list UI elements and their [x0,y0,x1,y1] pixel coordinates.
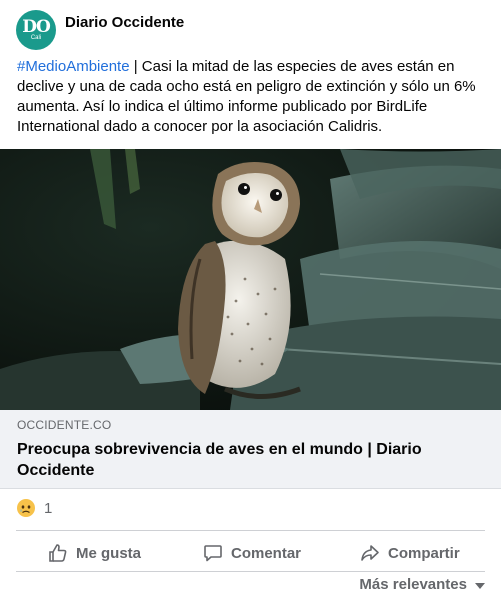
facebook-post: DO Cali Diario Occidente #MedioAmbiente … [0,0,501,601]
sort-label: Más relevantes [359,576,467,593]
link-title[interactable]: Preocupa sobrevivencia de aves en el mun… [17,439,477,481]
post-image-owl[interactable] [0,149,501,410]
comment-bubble-icon [204,545,222,562]
thumbs-up-icon [49,544,67,562]
post-actions: Me gusta Comentar Compartir [0,537,501,569]
post-text: #MedioAmbiente | Casi la mitad de las es… [17,57,485,137]
hashtag-link[interactable]: #MedioAmbiente [17,58,130,75]
sad-reaction-icon [17,499,35,517]
comment-button[interactable]: Comentar [203,537,301,569]
link-domain: OCCIDENTE.CO [17,418,112,432]
share-arrow-icon [361,545,379,561]
comment-label: Comentar [231,544,302,562]
avatar-monogram: DO [22,17,51,37]
actions-divider [16,530,485,531]
share-button[interactable]: Compartir [360,537,460,569]
page-name-link[interactable]: Diario Occidente [65,14,184,31]
chevron-down-icon [475,582,485,589]
avatar-sub: Cali [30,35,42,41]
reaction-count: 1 [44,499,53,517]
like-label: Me gusta [76,544,142,562]
post-header: DO Cali Diario Occidente [16,10,184,54]
comments-sort-dropdown[interactable]: Más relevantes [359,576,485,593]
link-preview[interactable]: OCCIDENTE.CO Preocupa sobrevivencia de a… [0,410,501,489]
comments-divider [16,571,485,572]
share-label: Compartir [388,544,460,562]
page-avatar[interactable]: DO Cali [16,10,56,50]
reactions-summary[interactable]: 1 [17,499,52,517]
owl-photo-illustration [0,149,501,410]
like-button[interactable]: Me gusta [48,537,141,569]
